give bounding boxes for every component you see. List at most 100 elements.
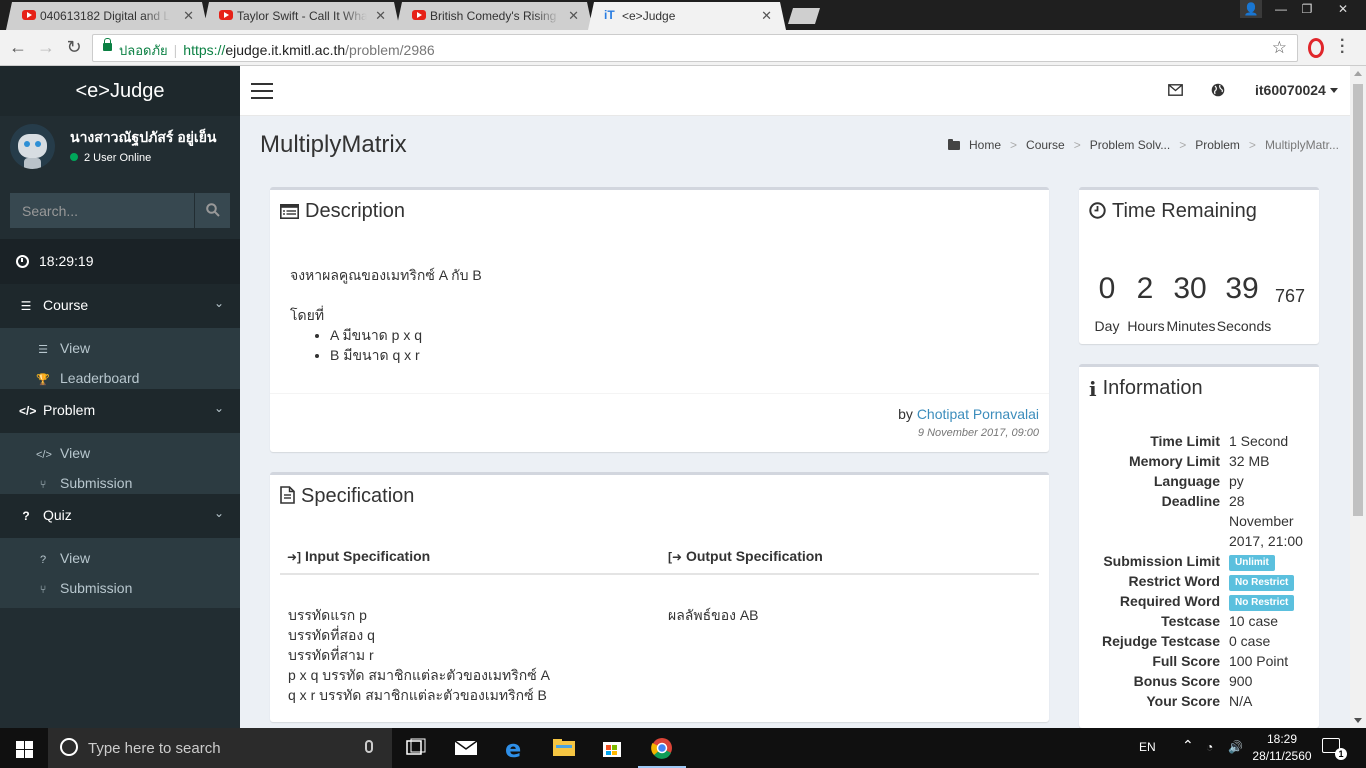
author-link[interactable]: Chotipat Pornavalai: [917, 406, 1039, 422]
avatar: [10, 124, 55, 169]
input-language[interactable]: EN: [1139, 740, 1156, 754]
sidebar-search-input[interactable]: [10, 193, 194, 228]
start-button[interactable]: [0, 728, 48, 768]
time-remaining-box: Time Remaining 0 2 30 39 767 Day Hours M…: [1079, 187, 1319, 344]
scroll-up-arrow-icon[interactable]: [1354, 71, 1362, 76]
info-label: Required Word: [1119, 593, 1220, 609]
back-button[interactable]: ←: [6, 37, 30, 58]
user-menu-label: it60070024: [1255, 82, 1326, 98]
address-bar[interactable]: ปลอดภัย | https://ejudge.it.kmitl.ac.th/pr…: [92, 34, 1298, 62]
sidebar-section-problem: </> Problem ⌄ </> View ⑂ Submission: [0, 389, 240, 503]
bookmark-star-icon[interactable]: ☆: [1272, 38, 1287, 58]
sidebar-item-problem[interactable]: </> Problem ⌄: [0, 389, 240, 433]
volume-icon[interactable]: 🔊: [1228, 740, 1243, 754]
opera-extension-icon[interactable]: [1308, 38, 1324, 58]
breadcrumb-course-name[interactable]: Problem Solv...: [1090, 138, 1170, 152]
close-tab-icon[interactable]: ✕: [568, 8, 579, 24]
restore-button[interactable]: ❐: [1294, 0, 1320, 18]
sidebar-item-quiz-view[interactable]: ? View: [0, 543, 240, 573]
edge-icon[interactable]: e: [490, 728, 538, 768]
tab-title: 040613182 Digital and Lo: [40, 9, 170, 23]
server-clock: 18:29:19: [0, 239, 240, 284]
box-title-text: Description: [305, 200, 406, 222]
page-scrollbar[interactable]: [1350, 66, 1366, 728]
browser-tab-strip: 040613182 Digital and Lo ✕ Taylor Swift …: [0, 0, 1366, 30]
brand-logo[interactable]: <e>Judge: [0, 66, 240, 116]
scrollbar-thumb[interactable]: [1353, 84, 1363, 516]
browser-tab-active[interactable]: iT <e>Judge ✕: [588, 2, 786, 30]
sidebar-submenu-quiz: ? View ⑂ Submission: [0, 538, 240, 608]
breadcrumb-home[interactable]: Home: [969, 138, 1001, 152]
item-label: View: [60, 445, 91, 461]
file-explorer-icon[interactable]: [540, 728, 588, 768]
description-body: จงหาผลคูณของเมทริกซ์ A กับ B โดยที่ A มี…: [290, 265, 482, 365]
wifi-icon[interactable]: ◔: [1206, 740, 1213, 754]
sign-in-icon: ➜]: [287, 550, 302, 564]
close-window-button[interactable]: ✕: [1320, 0, 1366, 18]
reload-button[interactable]: ↻: [62, 37, 86, 58]
info-label: Time Limit: [1150, 433, 1220, 449]
question-icon: ?: [22, 509, 30, 523]
sidebar-submenu-problem: </> View ⑂ Submission: [0, 433, 240, 503]
list-item: B มีขนาด q x r: [330, 345, 482, 365]
browser-menu-icon[interactable]: · · ·: [1340, 33, 1345, 61]
browser-tab-2[interactable]: Taylor Swift - Call It What ✕: [203, 2, 400, 30]
browser-toolbar: ← → ↻ ปลอดภัย | https://ejudge.it.kmitl.ac…: [0, 30, 1366, 66]
profile-icon[interactable]: 👤: [1240, 0, 1262, 18]
browser-tab-1[interactable]: 040613182 Digital and Lo ✕: [6, 2, 208, 30]
user-menu-button[interactable]: it60070024: [1255, 82, 1338, 98]
taskbar: Type here to search e EN ⌃ ◔ 🔊 18:29 28/…: [0, 728, 1366, 768]
info-label: Your Score: [1146, 693, 1220, 709]
secure-label: ปลอดภัย: [119, 43, 168, 58]
description-title: Description: [270, 190, 1049, 233]
description-list: A มีขนาด p x q B มีขนาด q x r: [330, 325, 482, 365]
browser-tab-3[interactable]: British Comedy's Rising S ✕: [396, 2, 593, 30]
chevron-down-icon: ⌄: [213, 401, 224, 415]
close-tab-icon[interactable]: ✕: [375, 8, 386, 24]
sidebar-item-course[interactable]: ☰ Course ⌄: [0, 284, 240, 328]
caret-down-icon: [1329, 88, 1338, 93]
close-tab-icon[interactable]: ✕: [761, 8, 772, 24]
status-badge: No Restrict: [1229, 575, 1295, 591]
sidebar-item-quiz-submission[interactable]: ⑂ Submission: [0, 573, 240, 603]
minimize-button[interactable]: —: [1268, 0, 1294, 18]
mail-icon[interactable]: [1168, 84, 1183, 96]
chrome-icon[interactable]: [638, 728, 686, 768]
spec-line: p x q บรรทัด สมาชิกแต่ละตัวของเมทริกซ์ A: [288, 667, 550, 683]
forward-button[interactable]: →: [34, 37, 58, 58]
online-status: 2 User Online: [70, 152, 151, 164]
search-button[interactable]: [194, 193, 230, 228]
new-tab-button[interactable]: [788, 8, 820, 24]
status-badge: No Restrict: [1229, 595, 1295, 611]
microphone-icon[interactable]: [365, 740, 373, 753]
mail-app-icon[interactable]: [442, 728, 490, 768]
input-spec-body: บรรทัดแรก p บรรทัดที่สอง q บรรทัดที่สาม …: [288, 605, 550, 705]
taskbar-search[interactable]: Type here to search: [48, 728, 392, 768]
breadcrumb-course[interactable]: Course: [1026, 138, 1065, 152]
description-box: Description จงหาผลคูณของเมทริกซ์ A กับ B…: [270, 187, 1049, 452]
info-value: 32 MB: [1229, 453, 1270, 469]
breadcrumb-problem[interactable]: Problem: [1195, 138, 1240, 152]
sidebar: <e>Judge นางสาวณัฐปภัสร์ อยู่เย็น 2 User…: [0, 66, 240, 728]
countdown-seconds: 39: [1225, 272, 1259, 305]
action-center-icon[interactable]: 1: [1322, 738, 1347, 760]
spec-line: ผลลัพธ์ของ AB: [668, 607, 759, 623]
show-hidden-icons-icon[interactable]: ⌃: [1182, 737, 1194, 754]
scroll-down-arrow-icon[interactable]: [1354, 718, 1362, 723]
sidebar-item-quiz[interactable]: ? Quiz ⌄: [0, 494, 240, 538]
sidebar-item-problem-view[interactable]: </> View: [0, 438, 240, 468]
item-label: Leaderboard: [60, 370, 140, 386]
globe-icon[interactable]: [1211, 83, 1225, 97]
store-icon[interactable]: [588, 728, 636, 768]
close-tab-icon[interactable]: ✕: [183, 8, 194, 24]
search-icon: [205, 203, 220, 217]
tab-title: <e>Judge: [622, 9, 676, 23]
description-line: โดยที่: [290, 307, 325, 323]
menu-toggle-icon[interactable]: [251, 83, 273, 99]
sidebar-search: [10, 193, 230, 228]
task-view-icon[interactable]: [392, 728, 440, 768]
taskbar-clock[interactable]: 18:29 28/11/2560: [1250, 731, 1314, 765]
description-footer: by Chotipat Pornavalai 9 November 2017, …: [270, 393, 1049, 455]
sidebar-item-course-view[interactable]: ☰ View: [0, 333, 240, 363]
countdown-label-minutes: Minutes: [1166, 318, 1216, 334]
